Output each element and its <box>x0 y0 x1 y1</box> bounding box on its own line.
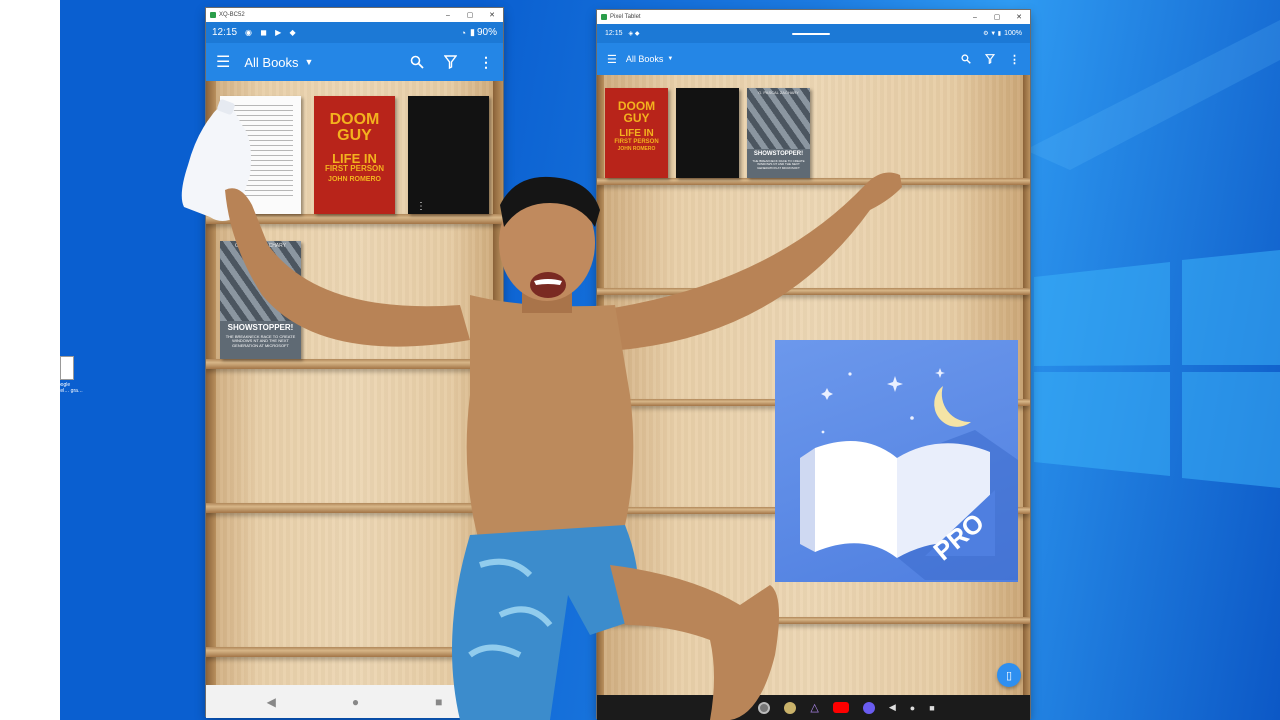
tablet-clock: 12:15 <box>605 30 623 37</box>
library-dropdown-label: All Books <box>625 54 664 64</box>
emulator-app-icon <box>210 12 216 18</box>
search-icon[interactable] <box>961 54 971 64</box>
file-icon <box>60 356 74 380</box>
minimize-button[interactable]: – <box>964 14 986 21</box>
tablet-app-bar: ☰ All Books ▼ ⋮ <box>597 43 1030 75</box>
tablet-battery-level: 100% <box>1004 30 1023 37</box>
notification-icons: ◈ ◆ <box>628 31 640 37</box>
book-icon: ▯ <box>1005 669 1013 682</box>
phone-window-titlebar: XQ-BC52 – ▢ ✕ <box>206 8 503 22</box>
maximize-button[interactable]: ▢ <box>459 11 481 19</box>
search-icon[interactable] <box>410 55 424 69</box>
wifi-icon: ◔ <box>460 27 467 38</box>
tablet-window-title: Pixel Tablet <box>610 14 641 20</box>
library-dropdown-label: All Books <box>244 54 299 70</box>
phone-clock: 12:15 <box>212 27 238 38</box>
drag-handle[interactable] <box>792 32 831 35</box>
desktop-file-icon[interactable]: Google pixel… gra… <box>54 356 84 402</box>
close-button[interactable]: ✕ <box>1008 13 1030 21</box>
close-button[interactable]: ✕ <box>481 11 503 19</box>
filter-icon[interactable] <box>985 54 995 64</box>
phone-status-bar: 12:15 ◉ ◼ ▶ ◆ ◔ ▮ 90% <box>206 22 503 43</box>
filter-icon[interactable] <box>444 55 457 69</box>
tablet-window-titlebar: Pixel Tablet – ▢ ✕ <box>597 10 1030 24</box>
person-cutout-image <box>181 99 902 720</box>
recents-button[interactable]: ■ <box>929 703 934 713</box>
phone-app-bar: ☰ All Books ▼ ⋮ <box>206 43 503 81</box>
dropdown-arrow-icon: ▼ <box>304 57 314 67</box>
shelf-right-side <box>1023 75 1030 695</box>
overflow-menu-icon[interactable]: ⋮ <box>479 54 493 71</box>
menu-icon[interactable]: ☰ <box>607 53 617 66</box>
library-dropdown[interactable]: All Books ▼ <box>626 54 673 64</box>
fab-library-button[interactable]: ▯ <box>997 663 1021 687</box>
phone-battery-level: 90% <box>476 27 497 38</box>
minimize-button[interactable]: – <box>437 12 459 19</box>
dropdown-arrow-icon: ▼ <box>667 56 674 62</box>
notification-icons: ◉ ◼ ▶ ◆ <box>245 28 299 37</box>
maximize-button[interactable]: ▢ <box>986 13 1008 21</box>
status-icons: ⚙ ▼ ▮ <box>983 31 1002 37</box>
desktop-file-label: Google pixel… gra… <box>54 382 83 394</box>
phone-window-title: XQ-BC52 <box>219 12 245 18</box>
battery-icon: ▮ <box>470 27 475 37</box>
tablet-status-bar: 12:15 ◈ ◆ ⚙ ▼ ▮ 100% <box>597 24 1030 43</box>
menu-icon[interactable]: ☰ <box>216 52 230 72</box>
emulator-app-icon <box>601 14 607 20</box>
overflow-menu-icon[interactable]: ⋮ <box>1009 53 1020 66</box>
library-dropdown[interactable]: All Books ▼ <box>244 55 313 70</box>
